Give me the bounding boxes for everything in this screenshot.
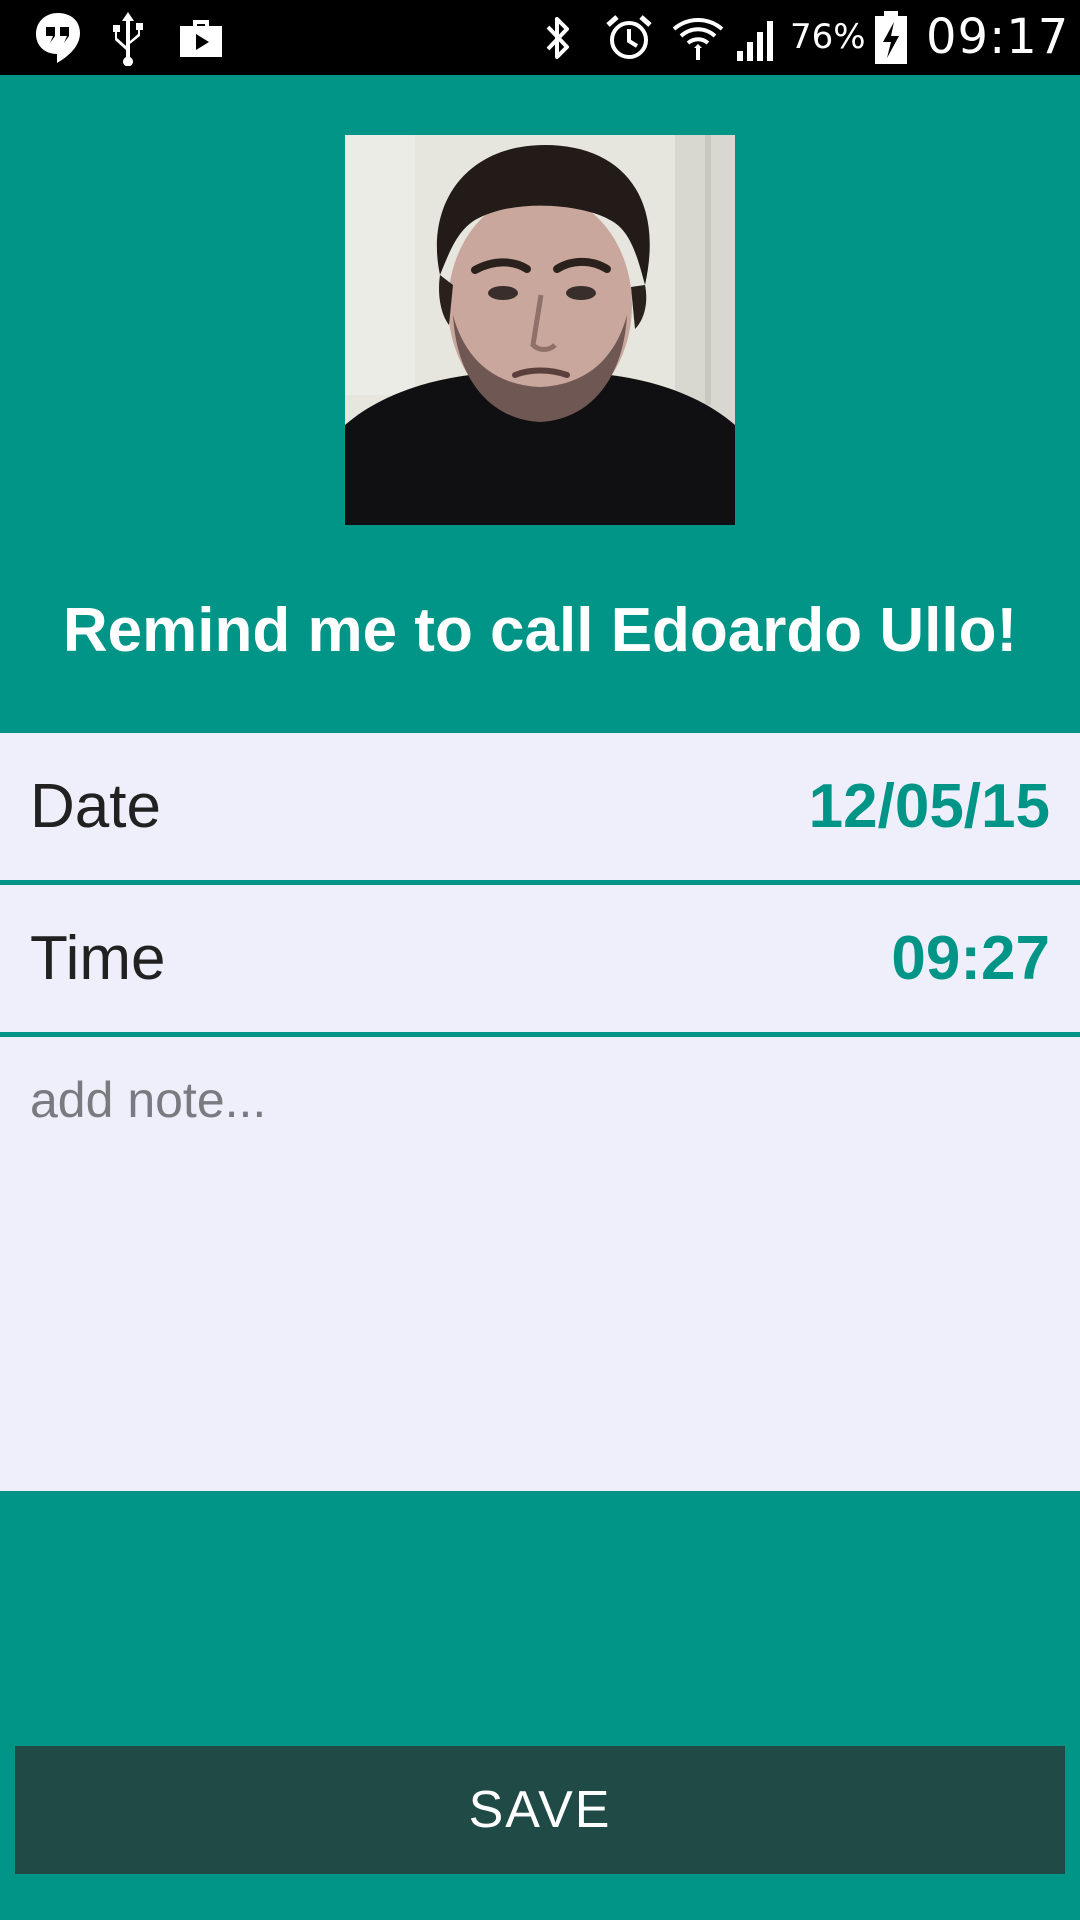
status-clock: 09:17 xyxy=(926,9,1070,65)
note-input[interactable] xyxy=(0,1037,1080,1491)
battery-percentage: 76% xyxy=(790,17,866,57)
alarm-icon xyxy=(603,10,655,66)
reminder-screen: 76% 09:17 Remind me to call Edoardo Ullo… xyxy=(0,0,1080,1920)
contact-photo xyxy=(345,135,735,525)
date-row[interactable]: Date 12/05/15 xyxy=(0,733,1080,885)
time-label: Time xyxy=(30,924,166,993)
bluetooth-icon xyxy=(540,10,576,66)
save-button[interactable]: SAVE xyxy=(15,1746,1065,1874)
status-bar: 76% 09:17 xyxy=(0,0,1080,75)
reminder-title: Remind me to call Edoardo Ullo! xyxy=(62,596,1018,665)
signal-icon xyxy=(733,10,783,66)
battery-charging-icon xyxy=(870,10,912,66)
wifi-icon xyxy=(670,10,726,66)
hangouts-icon xyxy=(30,10,86,66)
usb-icon xyxy=(105,10,151,66)
briefcase-icon xyxy=(175,10,227,66)
date-label: Date xyxy=(30,772,161,841)
time-row[interactable]: Time 09:27 xyxy=(0,885,1080,1037)
date-value[interactable]: 12/05/15 xyxy=(809,733,1050,880)
reminder-form: Date 12/05/15 Time 09:27 xyxy=(0,733,1080,1491)
time-value[interactable]: 09:27 xyxy=(891,885,1050,1032)
